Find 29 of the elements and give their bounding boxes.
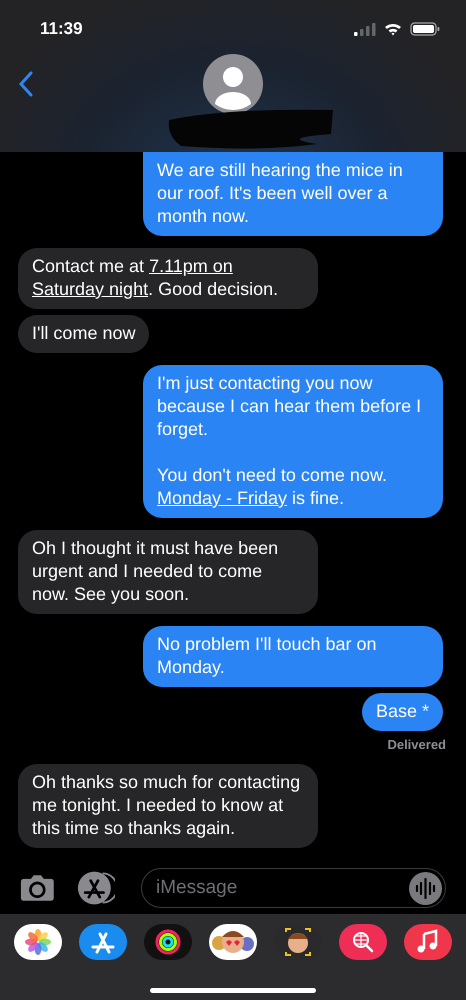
message-text: Oh I thought it must have been urgent and I needed to come now. See you soon. xyxy=(32,537,280,606)
audio-waveform-icon[interactable] xyxy=(409,872,442,904)
message-text: I'm just contacting you now because I can hear them before I forget. xyxy=(157,372,422,441)
sticker-icon[interactable] xyxy=(209,924,257,960)
message-text: We are still hearing the mice in our roof. It's been well over a month now. xyxy=(157,159,404,228)
clock-time: 11:39 xyxy=(40,19,83,39)
battery-icon xyxy=(410,22,440,36)
camera-icon[interactable] xyxy=(20,873,55,903)
music-note-icon[interactable] xyxy=(404,924,452,960)
message-text: Oh thanks so much for contacting me tonight. I needed to know at this time so thanks again. xyxy=(32,771,302,840)
message-input-field[interactable]: iMessage xyxy=(141,868,446,908)
app-store-icon[interactable] xyxy=(79,924,127,960)
delivery-status: Delivered xyxy=(387,737,446,752)
photos-icon[interactable] xyxy=(14,924,62,960)
message-text: Contact me at 7.11pm on Saturday night. Good decision. xyxy=(32,255,280,301)
message-text: Base * xyxy=(376,700,429,723)
web-search-icon[interactable] xyxy=(339,924,387,960)
contact-avatar-icon[interactable] xyxy=(203,54,263,114)
message-text: I'll come now xyxy=(32,322,136,345)
date-link[interactable]: Monday - Friday xyxy=(157,488,288,508)
activity-rings-icon[interactable] xyxy=(144,924,192,960)
message-text: No problem I'll touch bar on Monday. xyxy=(157,633,378,679)
back-chevron-icon[interactable] xyxy=(18,71,34,97)
app-store-icon[interactable] xyxy=(76,869,115,907)
wifi-icon xyxy=(384,22,402,36)
cellular-signal-icon xyxy=(354,22,376,36)
message-text: You don't need to come now. Monday - Friday is fine. xyxy=(157,464,388,510)
date-link[interactable]: 7.11pm on xyxy=(149,256,233,276)
date-link[interactable]: Saturday night xyxy=(32,279,148,299)
